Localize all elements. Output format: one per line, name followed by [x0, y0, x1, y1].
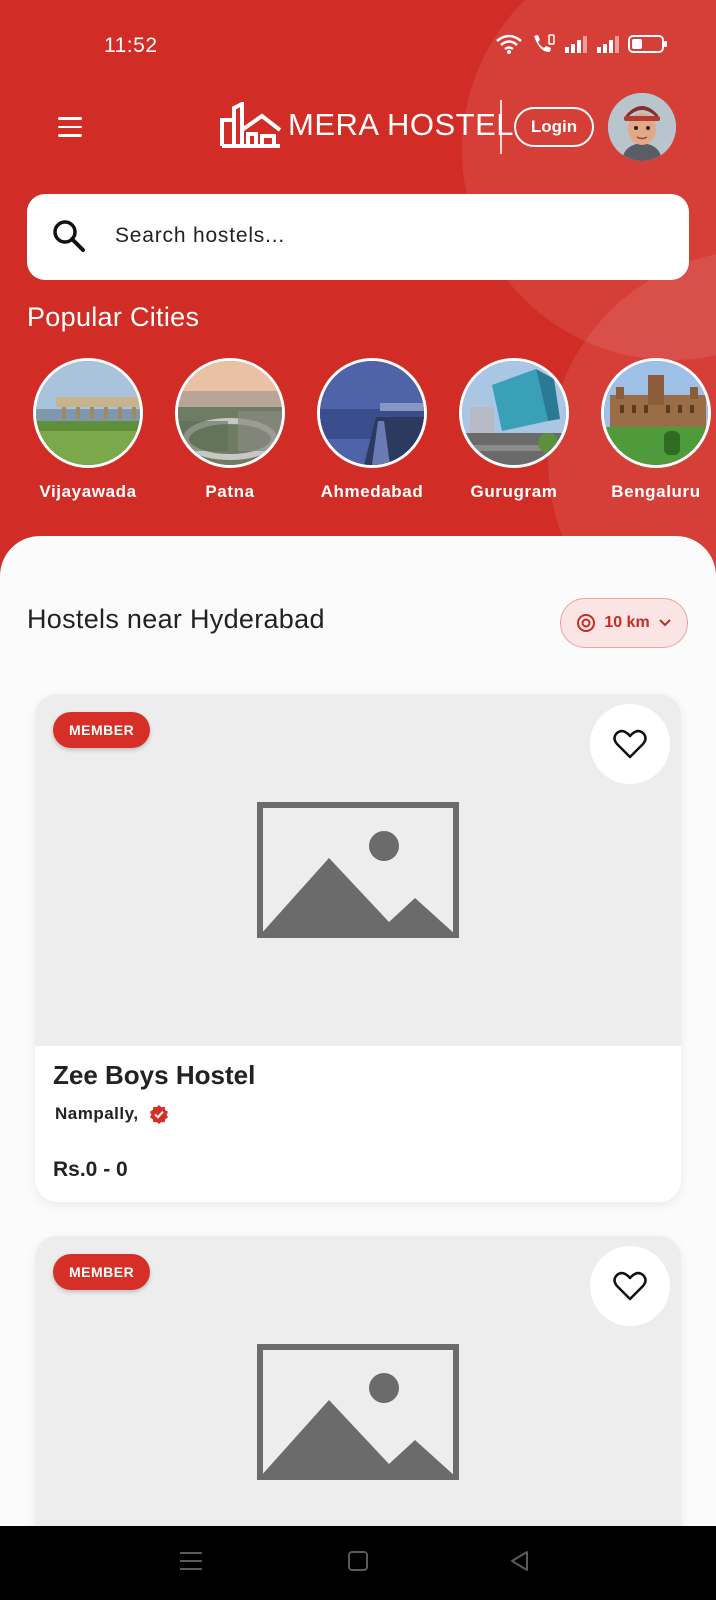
city-item-patna[interactable]: Patna — [170, 358, 290, 502]
section-title: Hostels near Hyderabad — [27, 604, 325, 634]
home-icon[interactable] — [345, 1548, 371, 1574]
city-image — [317, 358, 427, 468]
avatar-icon — [608, 93, 676, 161]
hostel-name: Zee Boys Hostel — [53, 1060, 256, 1090]
back-icon[interactable] — [507, 1548, 533, 1574]
image-placeholder-icon — [257, 802, 459, 938]
city-name: Patna — [205, 482, 255, 501]
login-button[interactable]: Login — [514, 107, 594, 147]
heart-icon — [613, 1271, 647, 1301]
hostel-location: Nampally, — [55, 1104, 169, 1124]
app-logo: MERA HOSTEL — [220, 102, 514, 148]
logo-text: MERA HOSTEL — [288, 107, 514, 142]
header-divider — [500, 100, 502, 154]
popular-cities-title: Popular Cities — [27, 302, 200, 332]
battery-icon — [628, 35, 667, 53]
city-name: Ahmedabad — [320, 482, 424, 501]
distance-value: 10 km — [604, 614, 650, 631]
hostel-info: Zee Boys Hostel Nampally, Rs.0 - 0 — [35, 1046, 681, 1202]
system-navigation-bar — [0, 1526, 716, 1600]
city-item-vijayawada[interactable]: Vijayawada — [28, 358, 148, 502]
hamburger-menu-button[interactable] — [58, 112, 92, 142]
city-name: Gurugram — [470, 482, 558, 501]
search-input[interactable]: Search hostels... — [115, 224, 285, 248]
city-image — [175, 358, 285, 468]
avatar[interactable] — [608, 93, 676, 161]
distance-filter-dropdown[interactable]: 10 km — [560, 598, 688, 648]
city-name: Vijayawada — [39, 482, 137, 501]
location-text: Nampally, — [55, 1104, 139, 1123]
signal-icon — [597, 36, 619, 53]
city-item-ahmedabad[interactable]: Ahmedabad — [312, 358, 432, 502]
favorite-button[interactable] — [590, 1246, 670, 1326]
city-item-bengaluru[interactable]: Bengaluru — [596, 358, 716, 502]
verified-icon — [149, 1105, 168, 1124]
city-item-gurugram[interactable]: Gurugram — [454, 358, 574, 502]
hostel-price: Rs.0 - 0 — [53, 1158, 128, 1181]
header-hero — [0, 0, 716, 600]
member-badge: MEMBER — [53, 1254, 151, 1290]
status-bar: 11:52 — [0, 0, 716, 90]
menu-icon — [58, 117, 82, 120]
city-name: Bengaluru — [611, 482, 701, 501]
member-badge: MEMBER — [53, 712, 151, 748]
buildings-logo-icon — [220, 102, 282, 148]
search-bar[interactable]: Search hostels... — [27, 194, 689, 280]
signal-icon — [565, 36, 587, 53]
target-icon — [577, 614, 596, 632]
city-image — [601, 358, 711, 468]
heart-icon — [613, 729, 647, 759]
city-image — [459, 358, 569, 468]
hostel-image: MEMBER — [35, 694, 681, 1046]
search-icon — [53, 220, 85, 252]
wifi-icon — [496, 34, 522, 54]
hostel-card[interactable]: MEMBER Zee Boys Hostel Nampally, Rs.0 - … — [35, 694, 681, 1202]
menu-icon — [58, 125, 82, 129]
favorite-button[interactable] — [590, 704, 670, 784]
image-placeholder-icon — [257, 1344, 459, 1480]
status-time: 11:52 — [104, 34, 158, 57]
chevron-down-icon — [658, 619, 671, 627]
menu-icon — [58, 134, 82, 137]
recent-apps-icon[interactable] — [178, 1548, 204, 1574]
city-image — [33, 358, 143, 468]
status-icons — [496, 33, 668, 55]
call-icon — [534, 34, 555, 53]
